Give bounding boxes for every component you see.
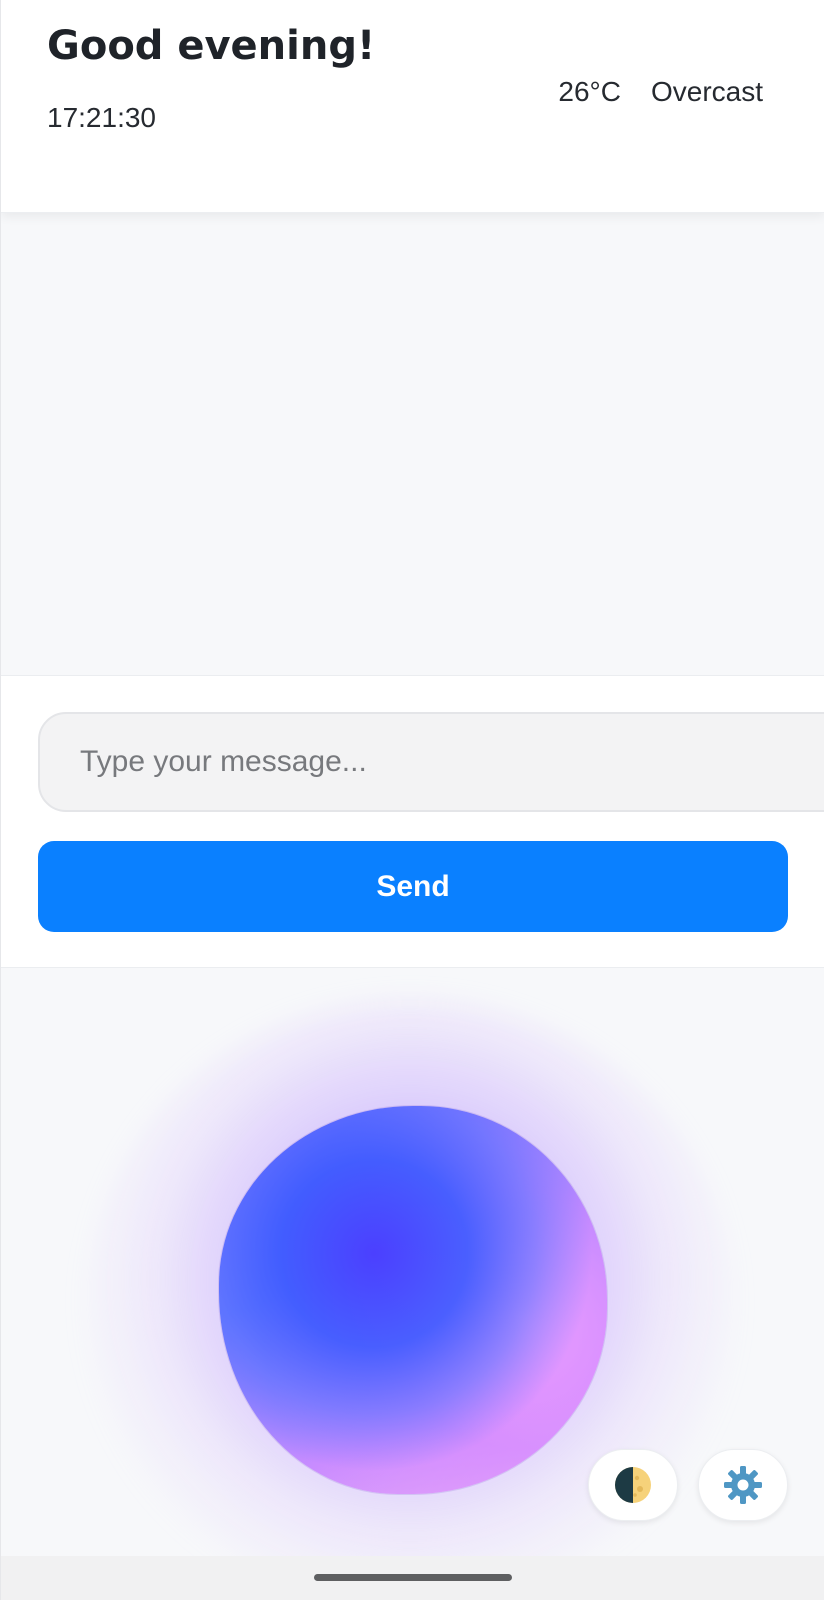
message-composer: Send <box>1 675 824 968</box>
voice-orb[interactable] <box>219 1106 607 1494</box>
theme-toggle-button[interactable] <box>588 1449 678 1521</box>
clock-time: 17:21:30 <box>47 102 156 133</box>
message-input[interactable] <box>38 712 824 812</box>
half-moon-icon <box>615 1467 651 1503</box>
header-card: Good evening! 17:21:30 26°C Overcast <box>1 0 824 213</box>
app-screen: Good evening! 17:21:30 26°C Overcast Sen… <box>0 0 824 1600</box>
gear-icon <box>724 1466 762 1504</box>
home-indicator[interactable] <box>314 1574 512 1581</box>
system-navigation-bar <box>1 1556 824 1600</box>
greeting-title: Good evening! <box>47 23 376 69</box>
weather-temperature: 26°C <box>558 76 621 107</box>
send-button[interactable]: Send <box>38 841 788 932</box>
settings-button[interactable] <box>698 1449 788 1521</box>
weather-condition: Overcast <box>650 76 763 107</box>
weather-info: 26°C Overcast <box>558 74 763 110</box>
